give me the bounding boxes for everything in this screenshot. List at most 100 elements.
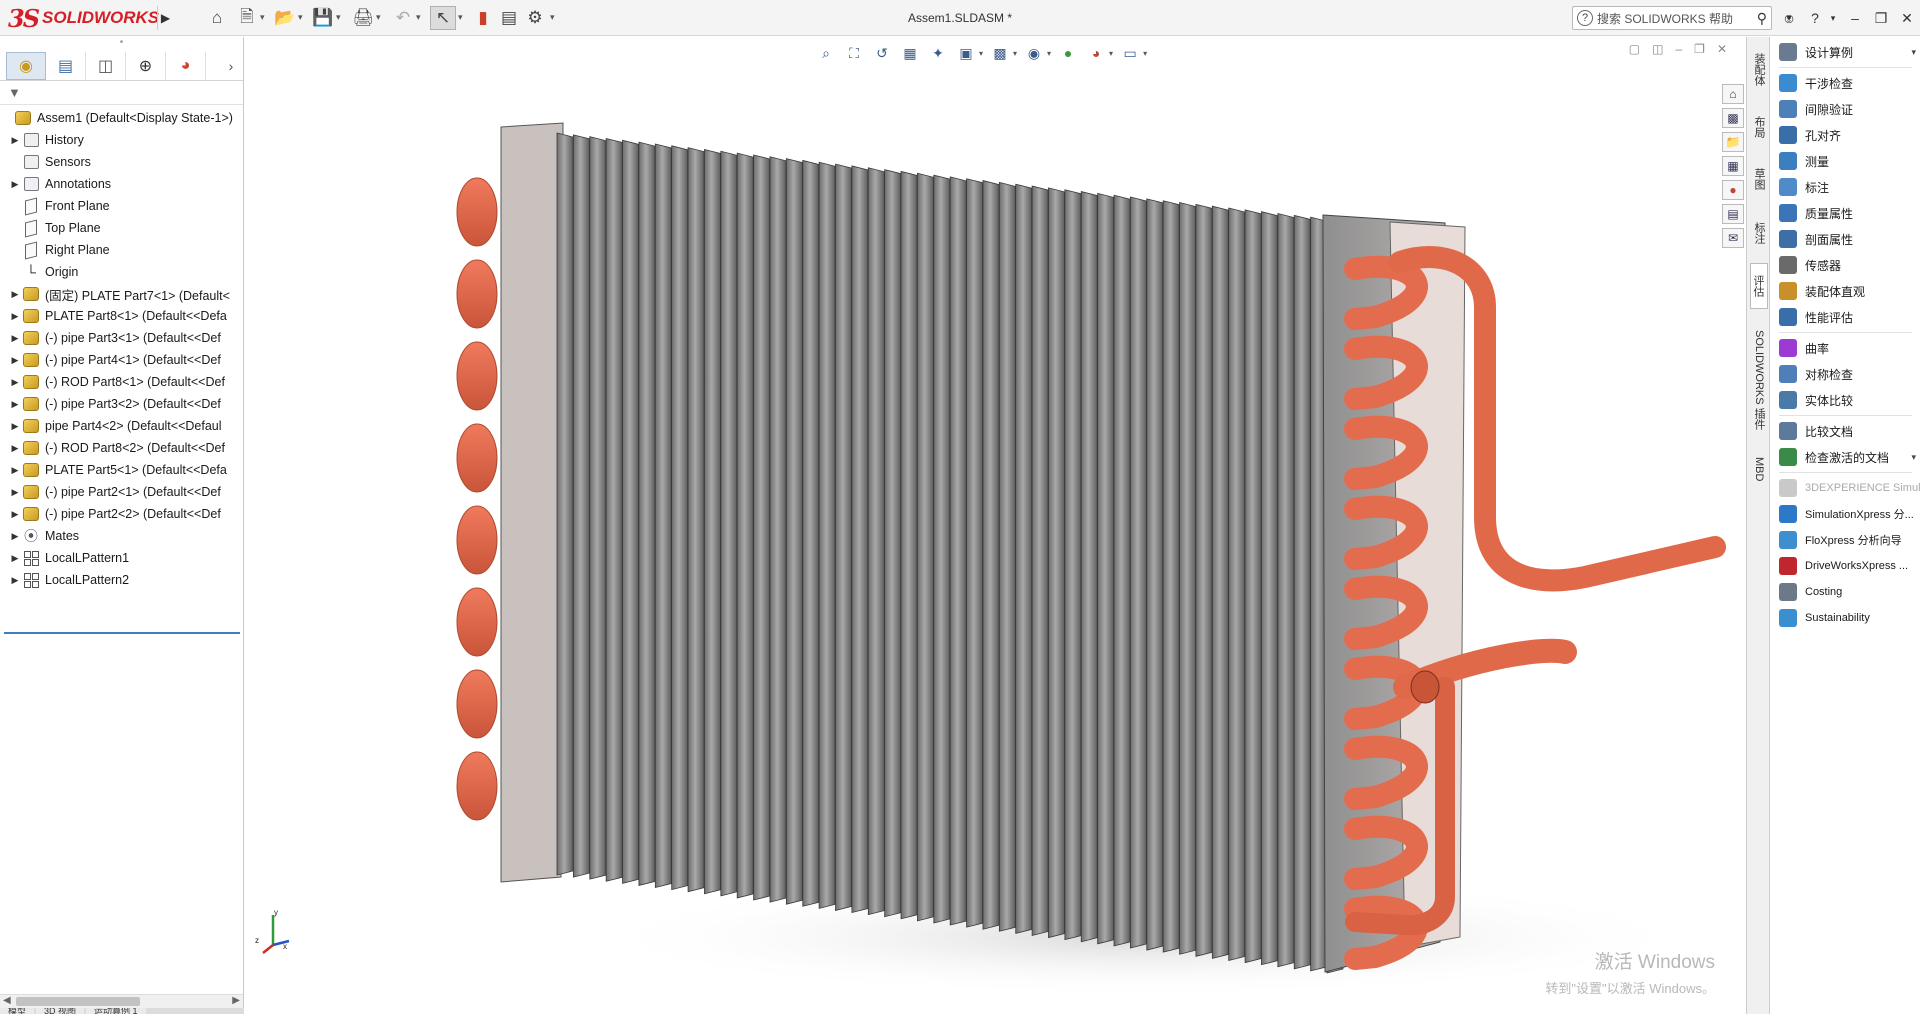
expand-arrow-icon[interactable]: ▶	[8, 399, 22, 410]
expand-arrow-icon[interactable]: ▶	[8, 377, 22, 388]
graphics-area[interactable]: ⌕ ⛶ ↺ ▦ ✦ ▣ ▾ ▩ ▾ ◉ ▾ ● ◕ ▾ ▭ ▾ ▢ ◫ – ❐ …	[245, 37, 1745, 1014]
tab-model[interactable]: 模型	[0, 1008, 35, 1014]
account-icon[interactable]: ☺	[1778, 6, 1800, 30]
new-document-icon[interactable]: 🗎	[234, 6, 260, 30]
expand-arrow-icon[interactable]: ▶	[8, 311, 22, 322]
tab-3d-views[interactable]: 3D 视图	[36, 1008, 85, 1014]
evaluate-command[interactable]: 3DEXPERIENCE Simul...	[1771, 475, 1920, 501]
heat-exchanger-model[interactable]	[245, 37, 1745, 1014]
zoom-to-fit-icon[interactable]: ⌕	[815, 42, 837, 64]
undo-dropdown-icon[interactable]: ▾	[416, 12, 424, 24]
tree-item[interactable]: Sensors	[0, 151, 243, 173]
viewport-minimize-icon[interactable]: –	[1675, 42, 1682, 56]
undo-icon[interactable]: ↶	[390, 6, 416, 30]
expand-arrow-icon[interactable]: ▶	[8, 553, 22, 564]
open-dropdown-icon[interactable]: ▾	[298, 12, 306, 24]
tree-item[interactable]: Right Plane	[0, 239, 243, 261]
scroll-right-icon[interactable]: ▶	[232, 995, 240, 1006]
apply-scene-icon[interactable]: ◕	[1085, 42, 1107, 64]
display-style-icon[interactable]: ▩	[989, 42, 1011, 64]
panel-grip-icon[interactable]: •	[0, 37, 243, 51]
expand-arrow-icon[interactable]: ▶	[8, 509, 22, 520]
feature-tree-tab-icon[interactable]: ◉	[6, 51, 46, 80]
expand-arrow-icon[interactable]: ▶	[8, 443, 22, 454]
previous-view-icon[interactable]: ↺	[871, 42, 893, 64]
select-cursor-icon[interactable]: ↖	[430, 6, 456, 30]
solidworks-logo[interactable]: 3S SOLIDWORKS	[8, 4, 159, 33]
file-properties-icon[interactable]: ▤	[496, 6, 522, 30]
evaluate-command[interactable]: 剖面属性	[1771, 226, 1920, 252]
tree-item[interactable]: ▶ (-) ROD Part8<1> (Default<<Def	[0, 371, 243, 393]
evaluate-command[interactable]: 比较文档	[1771, 418, 1920, 444]
expand-arrow-icon[interactable]: ▶	[8, 333, 22, 344]
display-manager-tab-icon[interactable]: ◕	[166, 51, 206, 80]
viewport-restore-icon[interactable]: ❐	[1694, 42, 1705, 56]
evaluate-command[interactable]: 曲率	[1771, 335, 1920, 361]
scroll-left-icon[interactable]: ◀	[3, 995, 11, 1006]
expand-arrow-icon[interactable]: ▶	[8, 421, 22, 432]
hide-show-items-icon[interactable]: ◉	[1023, 42, 1045, 64]
tab-motion-study[interactable]: 运动算例 1	[86, 1008, 146, 1014]
print-icon[interactable]: 🖨	[350, 6, 376, 30]
tree-item[interactable]: ▶ (-) ROD Part8<2> (Default<<Def	[0, 437, 243, 459]
expand-arrow-icon[interactable]: ▶	[8, 289, 22, 300]
tree-item[interactable]: ▶ PLATE Part8<1> (Default<<Defa	[0, 305, 243, 327]
evaluate-command[interactable]: 性能评估	[1771, 304, 1920, 330]
print-dropdown-icon[interactable]: ▾	[376, 12, 384, 24]
tree-item[interactable]: ▶ PLATE Part5<1> (Default<<Defa	[0, 459, 243, 481]
help-dropdown-icon[interactable]: ▾	[1822, 6, 1844, 30]
open-icon[interactable]: 📂	[272, 6, 298, 30]
home-icon[interactable]: ⌂	[204, 6, 230, 30]
viewport-expand-icon[interactable]: ▢	[1629, 42, 1640, 56]
resources-home-icon[interactable]: ⌂	[1722, 84, 1744, 104]
design-library-icon[interactable]: ▩	[1722, 108, 1744, 128]
expand-arrow-icon[interactable]: ▶	[8, 487, 22, 498]
help-search-input[interactable]: ? 搜索 SOLIDWORKS 帮助 ⚲	[1572, 6, 1772, 30]
filter-icon[interactable]: ▼	[8, 85, 21, 100]
expand-arrow-icon[interactable]: ▶	[8, 531, 22, 542]
close-icon[interactable]: ✕	[1896, 6, 1918, 30]
view-orientation-icon[interactable]: ▣	[955, 42, 977, 64]
tab-layout[interactable]: 布局	[1750, 107, 1768, 147]
evaluate-command[interactable]: 干涉检查	[1771, 70, 1920, 96]
evaluate-command[interactable]: 实体比较	[1771, 387, 1920, 413]
evaluate-command[interactable]: 装配体直观	[1771, 278, 1920, 304]
tree-item[interactable]: └ Origin	[0, 261, 243, 283]
tab-markup[interactable]: 标注	[1750, 213, 1768, 253]
search-icon[interactable]: ⚲	[1757, 10, 1767, 27]
new-dropdown-icon[interactable]: ▾	[260, 12, 268, 24]
menu-expand-arrow[interactable]: ▶	[157, 6, 173, 30]
expand-arrow-icon[interactable]: ▶	[8, 575, 22, 586]
tab-mbd[interactable]: MBD	[1750, 449, 1768, 489]
expand-arrow-icon[interactable]: ▶	[8, 355, 22, 366]
rebuild-icon[interactable]: ▮	[470, 6, 496, 30]
tree-filter[interactable]: ▼	[0, 81, 243, 105]
tab-sketch[interactable]: 草图	[1750, 159, 1768, 199]
scroll-thumb[interactable]	[16, 997, 140, 1006]
tab-solidworks-addins[interactable]: SOLIDWORKS 插件	[1750, 321, 1768, 439]
tree-item[interactable]: ▶ LocalLPattern1	[0, 547, 243, 569]
expand-arrow-icon[interactable]: ▶	[8, 135, 22, 146]
evaluate-command[interactable]: 传感器	[1771, 252, 1920, 278]
save-dropdown-icon[interactable]: ▾	[336, 12, 344, 24]
command-dropdown-icon[interactable]: ▾	[1911, 452, 1916, 463]
evaluate-command[interactable]: 检查激活的文档 ▾	[1771, 444, 1920, 470]
tree-item[interactable]: ▶ Annotations	[0, 173, 243, 195]
hide-show-dropdown-icon[interactable]: ▾	[1047, 49, 1051, 58]
evaluate-command[interactable]: 设计算例 ▾	[1771, 39, 1920, 65]
view-settings-dropdown-icon[interactable]: ▾	[1143, 49, 1147, 58]
tree-item[interactable]: ▶ (-) pipe Part2<1> (Default<<Def	[0, 481, 243, 503]
tab-evaluate[interactable]: 评估	[1750, 263, 1768, 309]
evaluate-command[interactable]: 对称检查	[1771, 361, 1920, 387]
viewport-close-icon[interactable]: ✕	[1717, 42, 1727, 56]
custom-properties-icon[interactable]: ▤	[1722, 204, 1744, 224]
tree-item[interactable]: ▶ (-) pipe Part3<2> (Default<<Def	[0, 393, 243, 415]
view-orientation-dropdown-icon[interactable]: ▾	[979, 49, 983, 58]
tree-horizontal-scrollbar[interactable]: ◀ ▶	[0, 994, 243, 1008]
tree-item[interactable]: ▶ ⦿ Mates	[0, 525, 243, 547]
evaluate-command[interactable]: 测量	[1771, 148, 1920, 174]
tree-item[interactable]: Front Plane	[0, 195, 243, 217]
tree-item[interactable]: ▶ History	[0, 129, 243, 151]
tree-rollback-bar[interactable]	[4, 632, 240, 634]
command-dropdown-icon[interactable]: ▾	[1911, 47, 1916, 58]
